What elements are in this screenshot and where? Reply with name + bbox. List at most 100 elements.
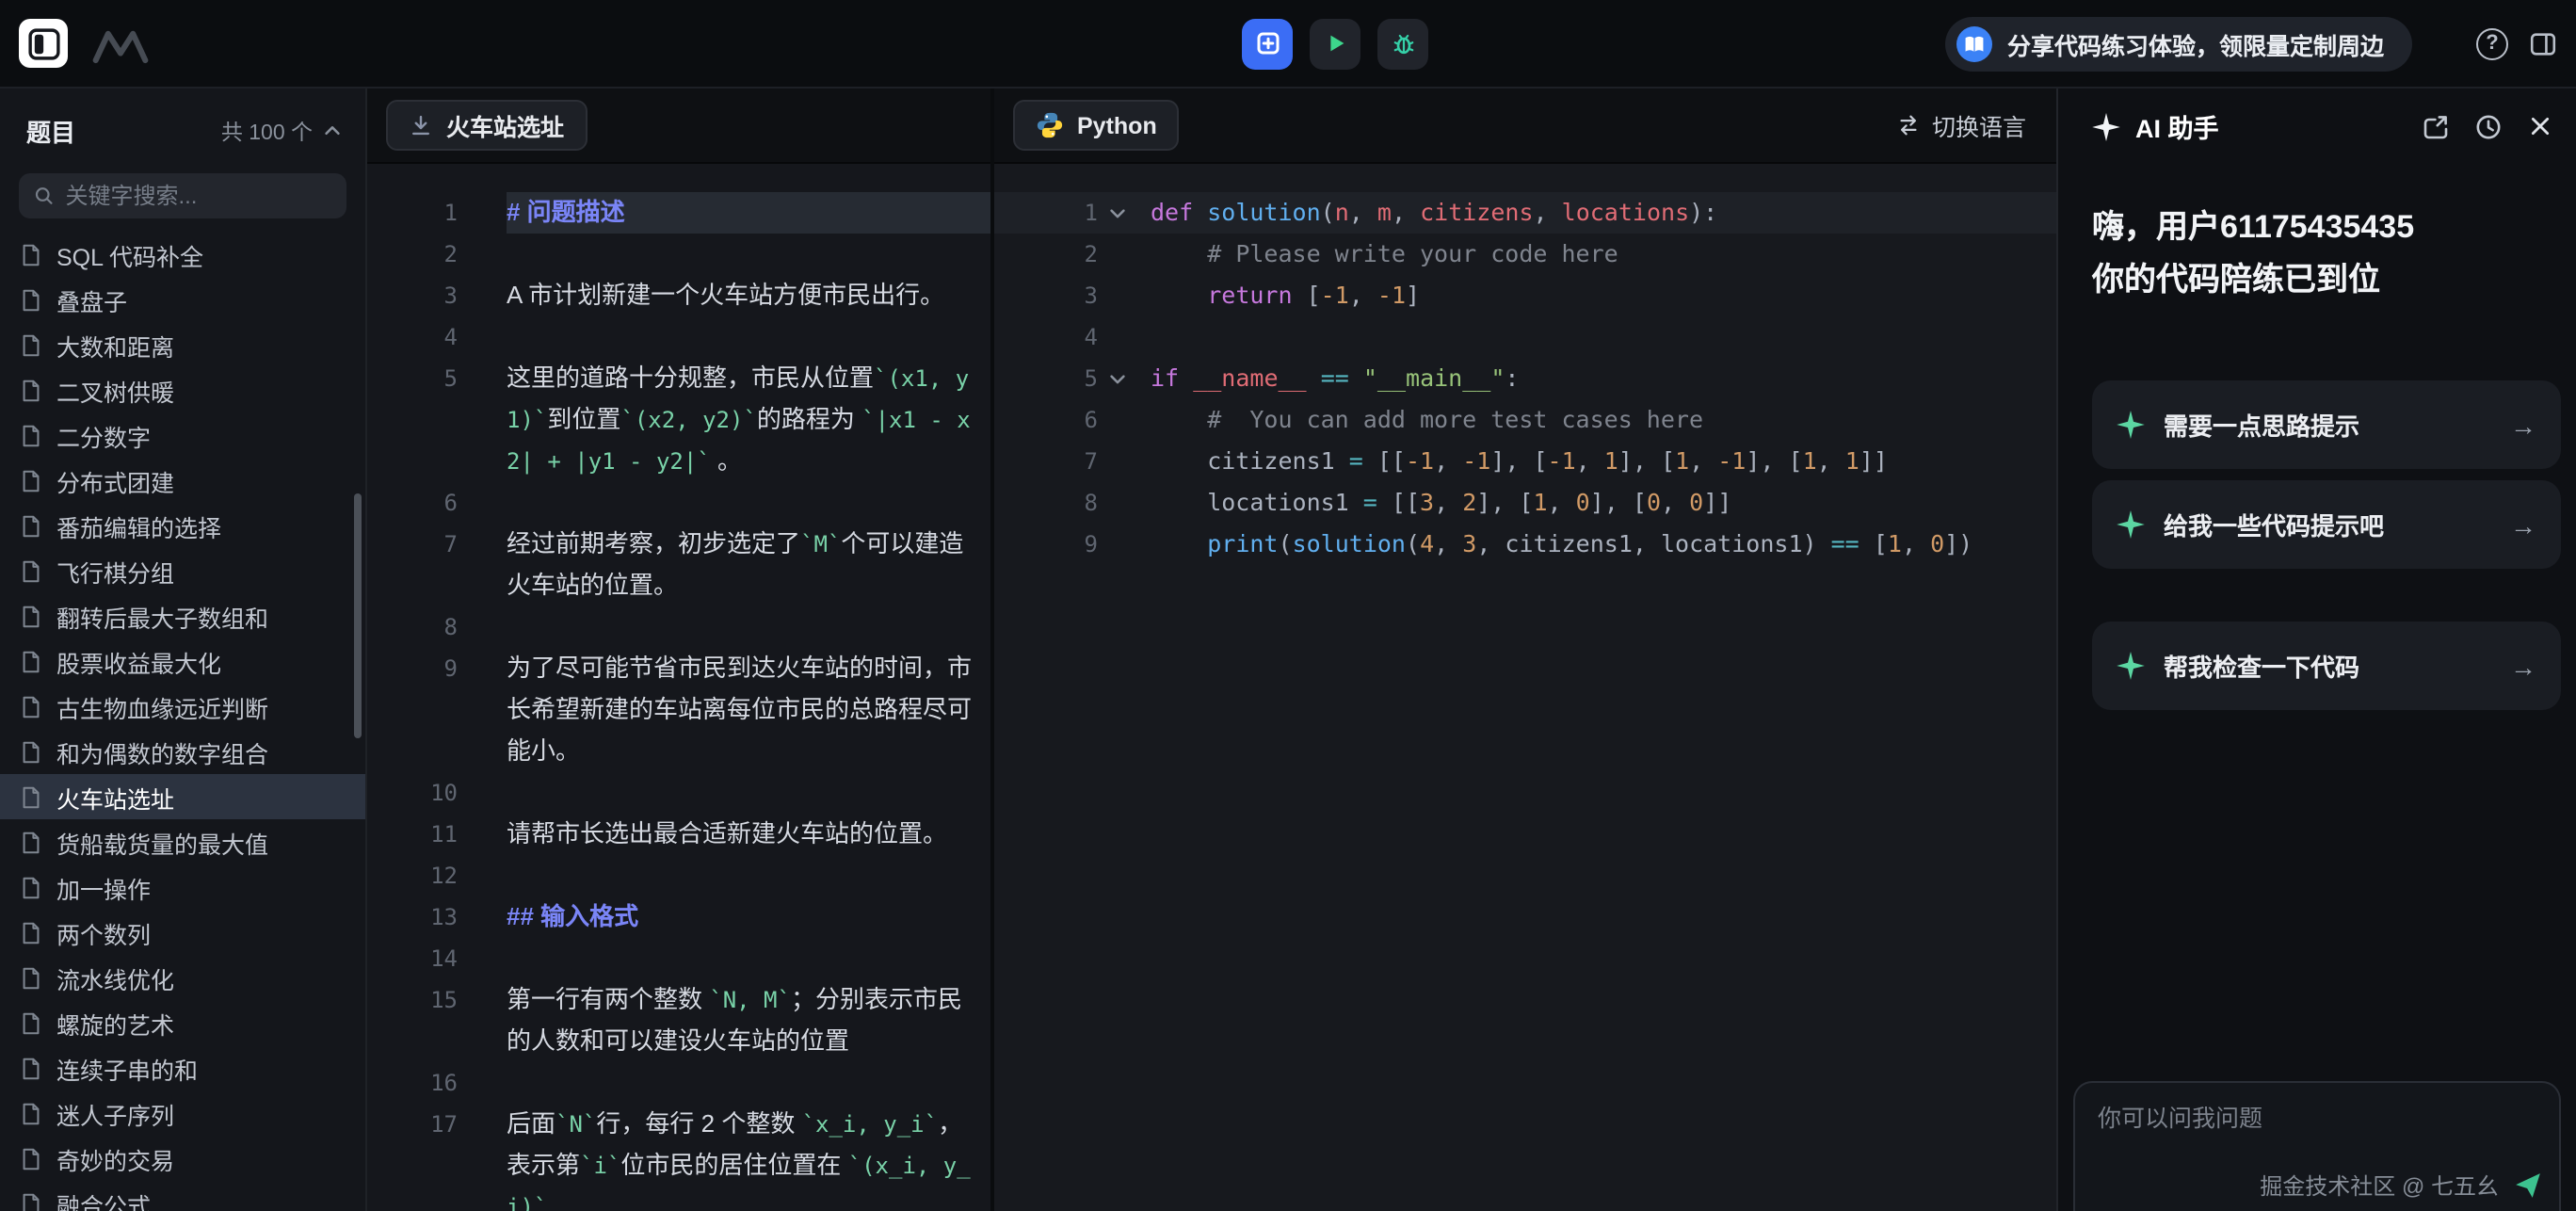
sparkle-icon [2117, 510, 2145, 539]
sidebar-item[interactable]: 分布式团建 [0, 458, 365, 503]
problem-tab[interactable]: 火车站选址 [386, 100, 587, 151]
chevron-up-icon [322, 121, 343, 141]
suggestion-card[interactable]: 帮我检查一下代码→ [2092, 622, 2561, 710]
sidebar-item-label: 流水线优化 [56, 960, 174, 995]
switch-language-button[interactable]: 切换语言 [1896, 107, 2037, 143]
chat-input[interactable] [2098, 1106, 2536, 1132]
problem-line: 13## 输入格式 [367, 896, 990, 938]
code-line[interactable]: 5if __name__ == "__main__": [994, 358, 2056, 399]
scrollbar-thumb[interactable] [354, 493, 362, 738]
suggestion-card[interactable]: 给我一些代码提示吧→ [2092, 480, 2561, 569]
line-number: 8 [994, 482, 1098, 524]
help-icon[interactable]: ? [2476, 27, 2508, 59]
file-icon [19, 558, 43, 583]
sidebar-item[interactable]: 二叉树供暖 [0, 367, 365, 412]
sidebar-item[interactable]: 大数和距离 [0, 322, 365, 367]
file-icon [19, 378, 43, 402]
problem-line: 2 [367, 234, 990, 275]
search-box[interactable] [19, 173, 346, 218]
sidebar-item-label: 连续子串的和 [56, 1050, 198, 1086]
sidebar-item[interactable]: 叠盘子 [0, 277, 365, 322]
problem-count[interactable]: 共 100 个 [221, 116, 343, 146]
code-editor[interactable]: 1def solution(n, m, citizens, locations)… [994, 164, 2056, 1211]
chat-input-box[interactable]: 掘金技术社区 @ 七五幺 [2073, 1081, 2561, 1211]
file-icon [19, 1191, 43, 1211]
line-number: 4 [367, 316, 458, 358]
sidebar-item-label: 叠盘子 [56, 282, 127, 317]
line-number: 16 [367, 1062, 458, 1104]
file-icon [19, 965, 43, 990]
sidebar-item[interactable]: 迷人子序列 [0, 1090, 365, 1136]
problem-line: 3A 市计划新建一个火车站方便市民出行。 [367, 275, 990, 316]
sidebar-item[interactable]: 番茄编辑的选择 [0, 503, 365, 548]
sidebar-header: 题目 共 100 个 [0, 89, 365, 149]
sidebar-item[interactable]: 融合公式 [0, 1181, 365, 1211]
problem-line: 17后面`N`行，每行 2 个整数 `x_i, y_i`，表示第`i`位市民的居… [367, 1104, 990, 1211]
code-line[interactable]: 2 # Please write your code here [994, 234, 2056, 275]
code-text: citizens1 = [[-1, -1], [-1, 1], [1, -1],… [1135, 441, 2056, 482]
code-line[interactable]: 6 # You can add more test cases here [994, 399, 2056, 441]
editor-tab[interactable]: Python [1013, 100, 1180, 151]
square-plus-icon [1254, 30, 1280, 57]
fold-gutter [1098, 524, 1135, 565]
sidebar-item[interactable]: 火车站选址 [0, 774, 365, 819]
embed-button[interactable] [1242, 18, 1293, 69]
sidebar-item[interactable]: 加一操作 [0, 864, 365, 910]
fold-chevron-icon[interactable] [1098, 358, 1135, 399]
ai-greeting: 嗨，用户61175435435 你的代码陪练已到位 [2058, 164, 2576, 307]
sidebar-item-label: 两个数列 [56, 914, 151, 950]
promo-banner-text: 分享代码练习体验，领限量定制周边 [2007, 25, 2384, 61]
code-line[interactable]: 4 [994, 316, 2056, 358]
code-text: # Please write your code here [1135, 234, 2056, 275]
new-conversation-icon[interactable] [2422, 112, 2450, 140]
sidebar-item-label: 二分数字 [56, 417, 151, 453]
debug-button[interactable] [1377, 18, 1428, 69]
file-icon [19, 1010, 43, 1035]
promo-banner[interactable]: 分享代码练习体验，领限量定制周边 [1945, 16, 2412, 71]
code-line[interactable]: 9 print(solution(4, 3, citizens1, locati… [994, 524, 2056, 565]
problem-line: 5这里的道路十分规整，市民从位置`(x1, y1)`到位置`(x2, y2)`的… [367, 358, 990, 482]
code-line[interactable]: 1def solution(n, m, citizens, locations)… [994, 192, 2056, 234]
ai-assistant-panel: AI 助手 嗨，用户611754354 [2056, 89, 2576, 1211]
sidebar-item[interactable]: 两个数列 [0, 910, 365, 955]
send-icon[interactable] [2514, 1171, 2542, 1200]
app-logo-icon[interactable] [19, 19, 68, 68]
search-input[interactable] [65, 183, 331, 209]
close-icon[interactable] [2527, 113, 2553, 139]
arrow-right-icon: → [2510, 410, 2536, 440]
topbar: 分享代码练习体验，领限量定制周边 ? [0, 0, 2576, 89]
file-icon [19, 1056, 43, 1080]
file-icon [19, 423, 43, 447]
editor-panel-header: Python 切换语言 [994, 89, 2056, 164]
code-line[interactable]: 3 return [-1, -1] [994, 275, 2056, 316]
fold-chevron-icon[interactable] [1098, 192, 1135, 234]
code-line[interactable]: 7 citizens1 = [[-1, -1], [-1, 1], [1, -1… [994, 441, 2056, 482]
sidebar-item[interactable]: 货船载货量的最大值 [0, 819, 365, 864]
sidebar-item[interactable]: 奇妙的交易 [0, 1136, 365, 1181]
run-button[interactable] [1310, 18, 1360, 69]
sidebar-item[interactable]: 股票收益最大化 [0, 638, 365, 684]
sidebar-item[interactable]: 翻转后最大子数组和 [0, 593, 365, 638]
problem-text [507, 316, 974, 358]
sidebar-item-label: 加一操作 [56, 869, 151, 905]
problem-line: 12 [367, 855, 990, 896]
sidebar-item[interactable]: 螺旋的艺术 [0, 1000, 365, 1045]
ai-greeting-line2: 你的代码陪练已到位 [2092, 254, 2542, 307]
sidebar-item[interactable]: 古生物血缘远近判断 [0, 684, 365, 729]
sidebar-item[interactable]: SQL 代码补全 [0, 232, 365, 277]
sidebar-item[interactable]: 流水线优化 [0, 955, 365, 1000]
sidebar-item[interactable]: 连续子串的和 [0, 1045, 365, 1090]
line-number: 9 [994, 524, 1098, 565]
sidebar-layout-glyph [27, 27, 59, 59]
sidebar-item[interactable]: 飞行棋分组 [0, 548, 365, 593]
history-icon[interactable] [2474, 112, 2503, 140]
suggestion-card[interactable]: 需要一点思路提示→ [2092, 380, 2561, 469]
panel-layout-icon[interactable] [2529, 29, 2557, 57]
problem-description[interactable]: 1# 问题描述23A 市计划新建一个火车站方便市民出行。45这里的道路十分规整，… [367, 164, 990, 1211]
community-credit: 掘金技术社区 @ 七五幺 [2260, 1170, 2499, 1202]
sidebar-item[interactable]: 二分数字 [0, 412, 365, 458]
sidebar-item-label: 大数和距离 [56, 327, 174, 363]
ai-header-actions [2422, 112, 2553, 140]
sidebar-item[interactable]: 和为偶数的数字组合 [0, 729, 365, 774]
code-line[interactable]: 8 locations1 = [[3, 2], [1, 0], [0, 0]] [994, 482, 2056, 524]
